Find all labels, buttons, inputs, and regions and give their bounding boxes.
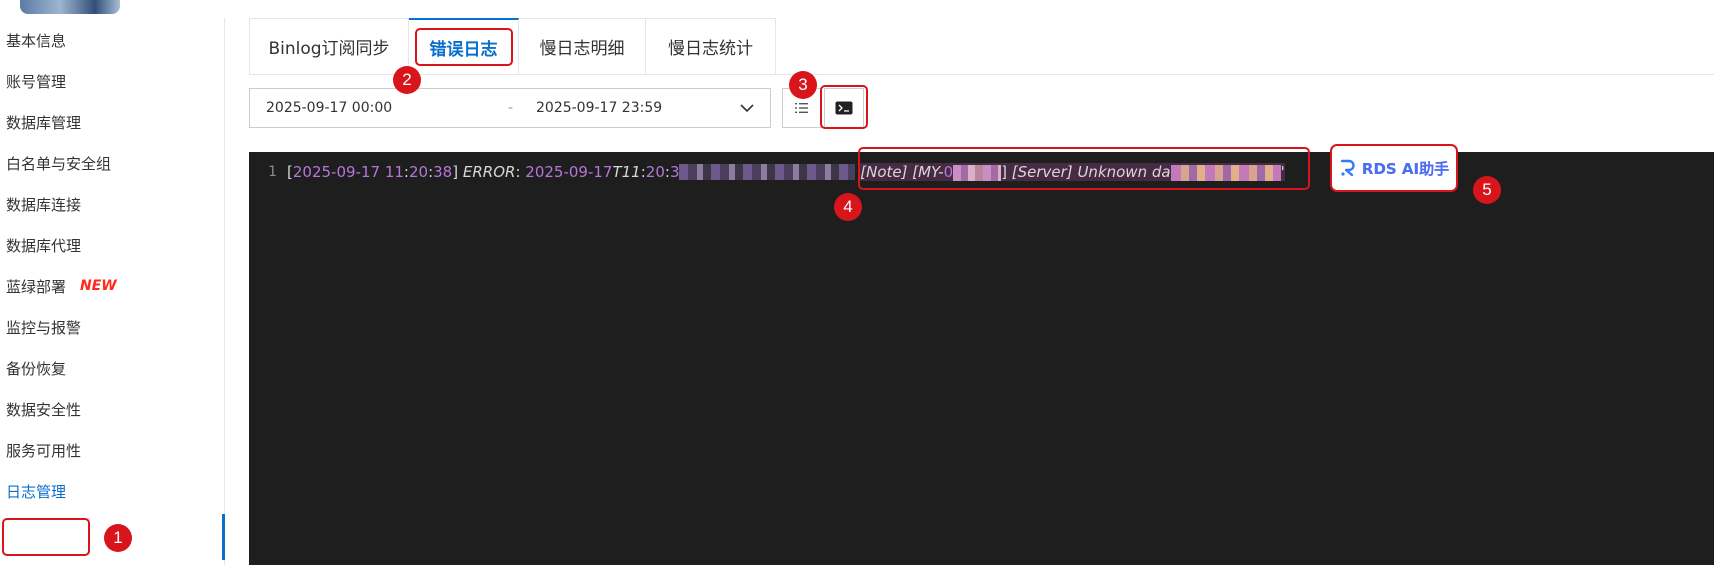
sidebar-item-account[interactable]: 账号管理 [0,66,220,96]
tab-slow-log-stats[interactable]: 慢日志统计 [646,18,776,75]
annotation-badge-4: 4 [834,193,862,221]
log-quote: ' [1280,163,1285,181]
sidebar-item-label: 数据安全性 [6,400,82,419]
avatar [20,0,120,14]
sidebar-divider [224,18,225,565]
log-ts-date: 2025-09-17 [525,163,613,181]
sidebar-item-database[interactable]: 数据库管理 [0,107,220,137]
badge-number: 2 [402,70,412,89]
tab-label: 慢日志统计 [668,39,753,59]
sidebar-active-indicator [222,514,225,560]
date-end[interactable]: 2025-09-17 23:59 [536,100,662,116]
tab-label: 错误日志 [429,39,498,60]
redacted-text [679,164,856,180]
sidebar-item-label: 服务可用性 [6,441,82,460]
date-start[interactable]: 2025-09-17 00:00 [266,100,392,116]
sidebar-item-label: 备份恢复 [6,359,67,378]
sidebar-item-label: 监控与报警 [6,318,82,337]
log-viewer[interactable]: 1 [2025-09-17 11:20:38] ERROR: 2025-09-1… [249,152,1714,565]
log-tabs: Binlog订阅同步 错误日志 慢日志明细 慢日志统计 [249,18,776,75]
chevron-down-icon[interactable] [738,99,756,117]
sidebar-item-backup[interactable]: 备份恢复 [0,353,220,383]
sidebar: 基本信息 账号管理 数据库管理 白名单与安全组 数据库连接 数据库代理 蓝绿部署… [0,0,226,565]
log-colon: : [515,163,521,181]
log-note-tag: [Note] [860,163,908,181]
sidebar-item-label: 账号管理 [6,72,67,91]
tab-label: Binlog订阅同步 [268,39,390,59]
redacted-text [1170,164,1281,181]
sidebar-item-label: 蓝绿部署 [6,277,67,296]
terminal-icon [835,101,853,115]
sidebar-item-monitoring[interactable]: 监控与报警 [0,312,220,342]
badge-number: 4 [843,197,853,216]
tab-binlog[interactable]: Binlog订阅同步 [249,18,409,75]
sidebar-item-label: 数据库代理 [6,236,82,255]
ai-button-label: RDS AI助手 [1361,159,1450,178]
log-minute: 20 [408,163,429,181]
log-bracket: ] [452,163,459,181]
date-separator: - [508,100,514,116]
tab-slow-log-detail[interactable]: 慢日志明细 [519,18,646,75]
log-hour: 11 [384,163,404,181]
rds-logo-icon [1340,159,1355,177]
new-badge: NEW [80,278,117,294]
sidebar-item-whitelist[interactable]: 白名单与安全组 [0,148,220,178]
sidebar-item-availability[interactable]: 服务可用性 [0,435,220,465]
tab-error-log[interactable]: 错误日志 [409,18,519,75]
annotation-badge-1: 1 [104,524,132,552]
sidebar-item-label: 数据库连接 [6,195,82,214]
sidebar-item-blue-green[interactable]: 蓝绿部署 NEW [0,271,220,301]
log-my-code: 0 [943,163,954,181]
sidebar-item-log-management[interactable]: 日志管理 [0,476,220,506]
redacted-text [953,164,1002,181]
log-message: Unknown da [1077,163,1171,181]
annotation-badge-5: 5 [1473,176,1501,204]
annotation-badge-3: 3 [789,71,817,99]
log-my-tag: [MY- [912,163,944,181]
sidebar-item-basic-info[interactable]: 基本信息 [0,25,220,55]
date-range-picker[interactable]: 2025-09-17 00:00 - 2025-09-17 23:59 [249,88,771,128]
line-number: 1 [268,164,277,180]
log-ts-minute: 20 [645,163,665,181]
tabs-underline [249,74,1714,75]
log-second: 38 [433,163,453,181]
badge-number: 1 [113,528,123,547]
sidebar-item-label: 日志管理 [6,482,67,501]
log-date: 2025-09-17 [292,163,381,181]
tab-label: 慢日志明细 [539,39,625,59]
log-level: ERROR [462,163,516,181]
sidebar-item-label: 数据库管理 [6,113,82,132]
log-server-tag: [Server] [1011,163,1073,181]
log-bracket: ] [1001,163,1007,181]
annotation-badge-2: 2 [393,66,421,94]
list-icon [795,103,808,113]
badge-number: 5 [1482,180,1492,199]
sidebar-item-data-security[interactable]: 数据安全性 [0,394,220,424]
rds-ai-assistant-button[interactable]: RDS AI助手 [1330,144,1458,192]
sidebar-item-connection[interactable]: 数据库连接 [0,189,220,219]
log-ts-t: T11 [612,163,641,181]
badge-number: 3 [798,75,808,94]
sidebar-item-proxy[interactable]: 数据库代理 [0,230,220,260]
terminal-view-button[interactable] [824,88,864,128]
sidebar-item-label: 白名单与安全组 [6,154,112,173]
log-ts-second: 3 [669,163,680,181]
sidebar-item-label: 基本信息 [6,31,67,50]
log-line: 1 [2025-09-17 11:20:38] ERROR: 2025-09-1… [249,160,1285,184]
